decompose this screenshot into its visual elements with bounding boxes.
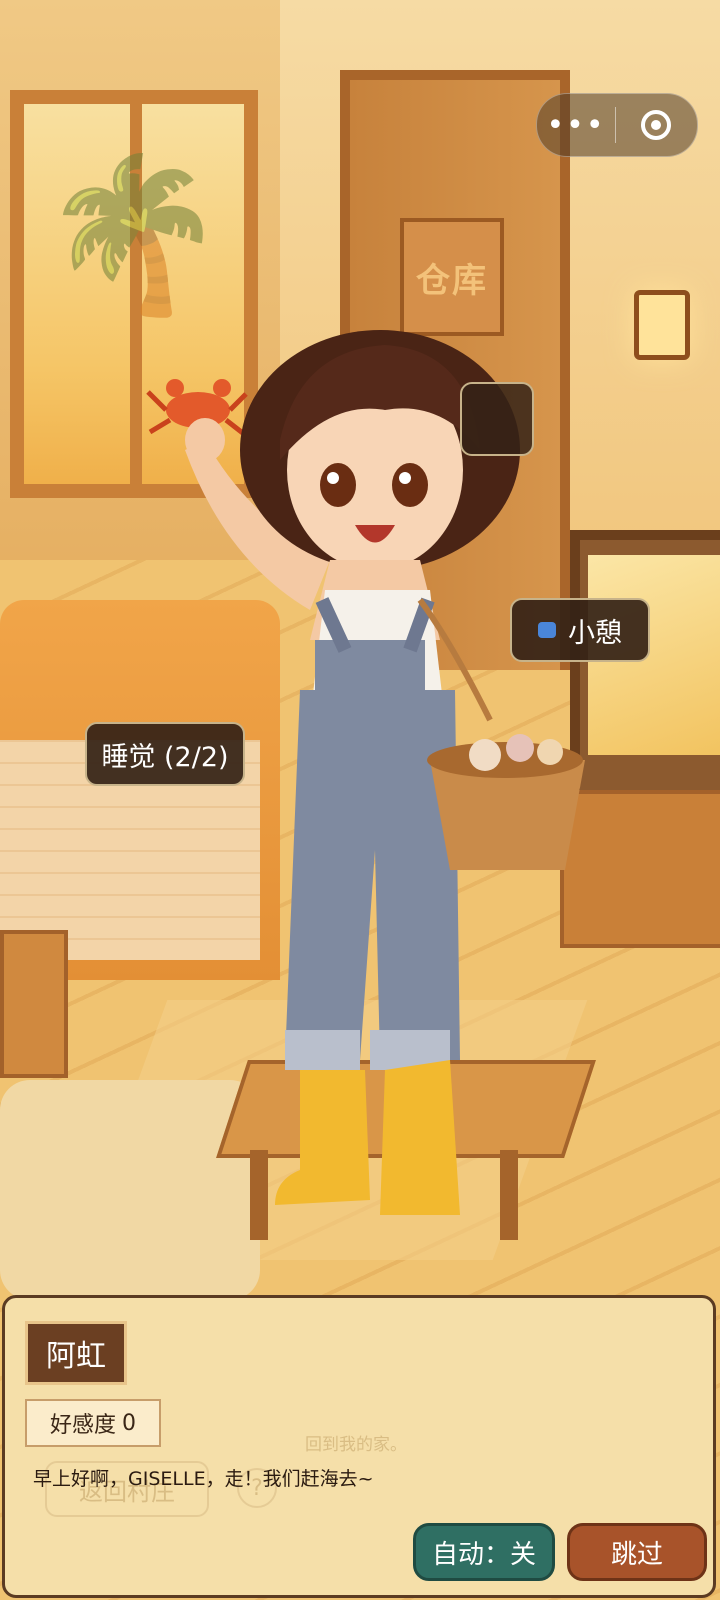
affinity-badge: 好感度 0 (25, 1399, 161, 1447)
miniprogram-capsule: ••• (536, 93, 698, 157)
auto-play-button[interactable]: 自动：关 (413, 1523, 555, 1581)
affinity-label: 好感度 (49, 1413, 116, 1438)
affinity-value: 0 (122, 1410, 136, 1436)
sleep-label: 睡觉 (2/2) (101, 741, 229, 773)
dialog-panel[interactable]: 返回村庄 ? 回到我的家。 阿虹 好感度 0 早上好啊，GISELLE，走！我们… (2, 1295, 716, 1598)
skip-button[interactable]: 跳过 (567, 1523, 707, 1581)
sleep-hotspot[interactable]: 睡觉 (2/2) (85, 722, 245, 786)
rest-label: 小憩 (568, 617, 622, 649)
rest-hotspot[interactable]: 小憩 (510, 598, 650, 662)
more-dots-icon[interactable]: ••• (537, 108, 615, 143)
faded-note: 回到我的家。 (305, 1435, 407, 1455)
target-icon[interactable] (616, 110, 696, 140)
rest-indicator-icon (538, 622, 556, 638)
target-dot (651, 120, 661, 130)
target-ring (641, 110, 671, 140)
dialog-text: 早上好啊，GISELLE，走！我们赶海去~ (33, 1468, 374, 1490)
interaction-card-empty[interactable] (460, 382, 534, 456)
speaker-name: 阿虹 (25, 1321, 127, 1385)
